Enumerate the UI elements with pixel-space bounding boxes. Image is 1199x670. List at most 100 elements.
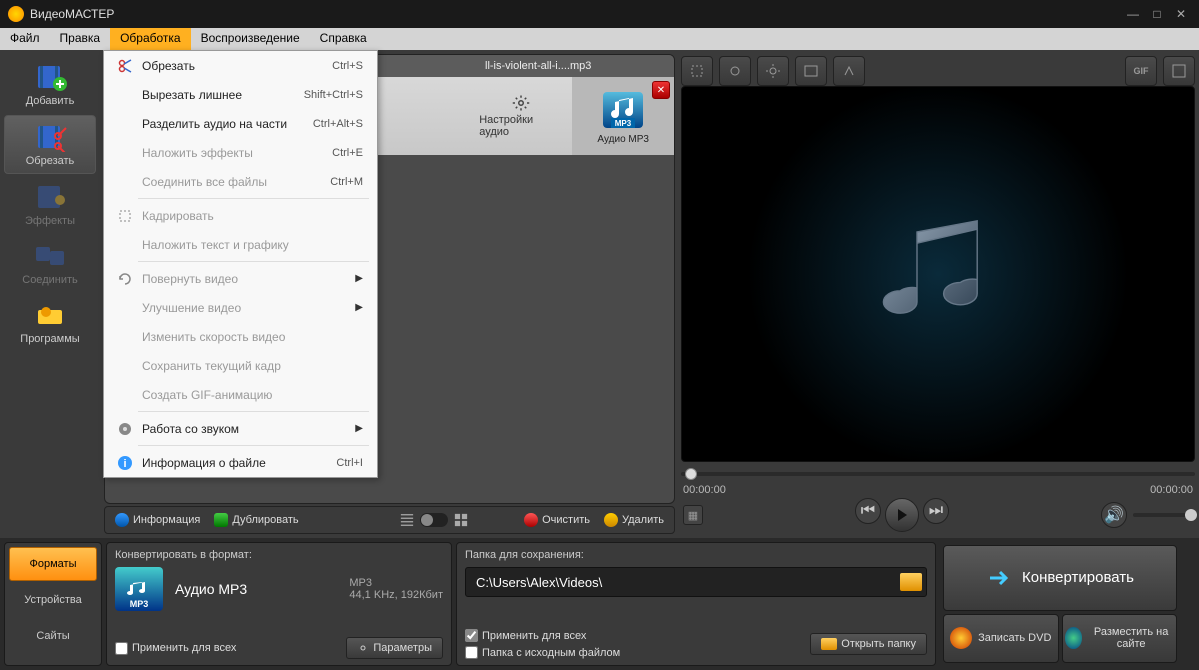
music-note-icon [868, 204, 1008, 344]
timeline[interactable] [681, 462, 1195, 482]
close-button[interactable]: ✕ [1171, 7, 1191, 21]
rotate-tool[interactable] [795, 56, 827, 86]
clear-button[interactable]: Очистить [520, 511, 594, 529]
volume-slider[interactable] [1133, 513, 1193, 517]
save-path-field[interactable]: C:\Users\Alex\Videos\ [465, 567, 927, 597]
app-icon [8, 6, 24, 22]
menubar-item-2[interactable]: Обработка [110, 28, 191, 50]
cut-icon [32, 122, 68, 152]
apply-all-save-checkbox[interactable]: Применить для всех [465, 629, 620, 642]
time-current: 00:00:00 [683, 484, 726, 496]
snapshot-button[interactable]: ▦ [683, 505, 703, 525]
bottom-tab-1[interactable]: Устройства [9, 583, 97, 617]
join-icon [32, 241, 68, 271]
sidebar-item-cut[interactable]: Обрезать [4, 115, 96, 174]
menu-item: Улучшение видео▶ [104, 293, 377, 322]
menu-item: Создать GIF-анимацию [104, 380, 377, 409]
menu-item[interactable]: iИнформация о файлеCtrl+I [104, 448, 377, 477]
speed-icon [841, 63, 857, 79]
speed-tool[interactable] [833, 56, 865, 86]
time-total: 00:00:00 [1150, 484, 1193, 496]
bottom-tab-2[interactable]: Сайты [9, 619, 97, 653]
crop-tool[interactable] [681, 56, 713, 86]
params-button[interactable]: Параметры [346, 637, 443, 659]
gif-tool[interactable]: GIF [1125, 56, 1157, 86]
fullscreen-icon [1171, 63, 1187, 79]
delete-button[interactable]: Удалить [600, 511, 668, 529]
chevron-right-icon: ▶ [355, 423, 363, 434]
menu-item[interactable]: Вырезать лишнееShift+Ctrl+S [104, 80, 377, 109]
volume-thumb[interactable] [1185, 509, 1197, 521]
svg-text:MP3: MP3 [615, 119, 632, 128]
info-icon [115, 513, 129, 527]
upload-button[interactable]: Разместить на сайте [1062, 614, 1178, 663]
view-list-icon[interactable] [400, 513, 414, 527]
browse-folder-button[interactable] [900, 573, 922, 591]
next-button[interactable]: ⏭ [923, 498, 949, 524]
menubar-item-4[interactable]: Справка [310, 28, 377, 50]
maximize-button[interactable]: □ [1147, 7, 1167, 21]
prev-button[interactable]: ⏮ [855, 498, 881, 524]
play-button[interactable] [885, 498, 919, 532]
crop-icon [689, 63, 705, 79]
view-grid-icon[interactable] [454, 513, 468, 527]
delete-icon [604, 513, 618, 527]
convert-button[interactable]: Конвертировать [943, 545, 1177, 611]
snapshot-tool[interactable] [719, 56, 751, 86]
menu-item[interactable]: Разделить аудио на частиCtrl+Alt+S [104, 109, 377, 138]
camera-icon [727, 63, 743, 79]
menubar-item-1[interactable]: Правка [50, 28, 111, 50]
menu-item[interactable]: ОбрезатьCtrl+S [104, 51, 377, 80]
gear-icon [512, 94, 530, 112]
menu-item: Изменить скорость видео [104, 322, 377, 351]
mp3-icon: MP3 [115, 567, 163, 611]
menu-item: Наложить эффектыCtrl+E [104, 138, 377, 167]
timeline-thumb[interactable] [685, 468, 697, 480]
format-selector[interactable]: MP3 Аудио MP3 MP3 44,1 KHz, 192Кбит [115, 561, 443, 617]
open-folder-button[interactable]: Открыть папку [810, 633, 927, 655]
bottom-tab-0[interactable]: Форматы [9, 547, 97, 581]
duplicate-button[interactable]: Дублировать [210, 511, 302, 529]
apply-all-format-checkbox[interactable]: Применить для всех [115, 642, 236, 655]
menubar-item-3[interactable]: Воспроизведение [191, 28, 310, 50]
menu-item: Повернуть видео▶ [104, 264, 377, 293]
menubar-item-0[interactable]: Файл [0, 28, 50, 50]
clear-icon [524, 513, 538, 527]
effects-tool[interactable] [757, 56, 789, 86]
chevron-right-icon: ▶ [355, 273, 363, 284]
fullscreen-tool[interactable] [1163, 56, 1195, 86]
sidebar-item-add[interactable]: Добавить [4, 56, 96, 113]
menu-item: Наложить текст и графику [104, 230, 377, 259]
format-name: Аудио MP3 [175, 581, 247, 597]
volume-button[interactable]: 🔊 [1101, 502, 1127, 528]
minimize-button[interactable]: ― [1123, 7, 1143, 21]
preview-screen [681, 86, 1195, 462]
mp3-format-icon: MP3 [599, 88, 647, 132]
format-panel-title: Конвертировать в формат: [115, 549, 443, 561]
add-icon [32, 62, 68, 92]
remove-file-button[interactable]: ✕ [652, 81, 670, 99]
view-toggle[interactable] [420, 513, 448, 527]
effects-icon [32, 182, 68, 212]
menu-item: Сохранить текущий кадр [104, 351, 377, 380]
sidebar-item-effects[interactable]: Эффекты [4, 176, 96, 233]
film-icon [803, 63, 819, 79]
menu-item[interactable]: Работа со звуком▶ [104, 414, 377, 443]
app-title: ВидеоМАСТЕР [30, 7, 1119, 21]
programs-icon [32, 300, 68, 330]
menu-item: Кадрировать [104, 201, 377, 230]
sidebar-item-programs[interactable]: Программы [4, 294, 96, 351]
svg-text:i: i [123, 458, 126, 470]
audio-settings-button[interactable]: Настройки аудио [469, 90, 572, 142]
menu-item: Соединить все файлыCtrl+M [104, 167, 377, 196]
sun-icon [765, 63, 781, 79]
convert-icon [986, 565, 1012, 591]
info-button[interactable]: Информация [111, 511, 204, 529]
dvd-icon [950, 627, 972, 649]
chevron-right-icon: ▶ [355, 302, 363, 313]
source-folder-checkbox[interactable]: Папка с исходным файлом [465, 646, 620, 659]
burn-dvd-button[interactable]: Записать DVD [943, 614, 1059, 663]
gear-icon [357, 642, 369, 654]
sidebar-item-join[interactable]: Соединить [4, 235, 96, 292]
save-path: C:\Users\Alex\Videos\ [470, 575, 900, 590]
